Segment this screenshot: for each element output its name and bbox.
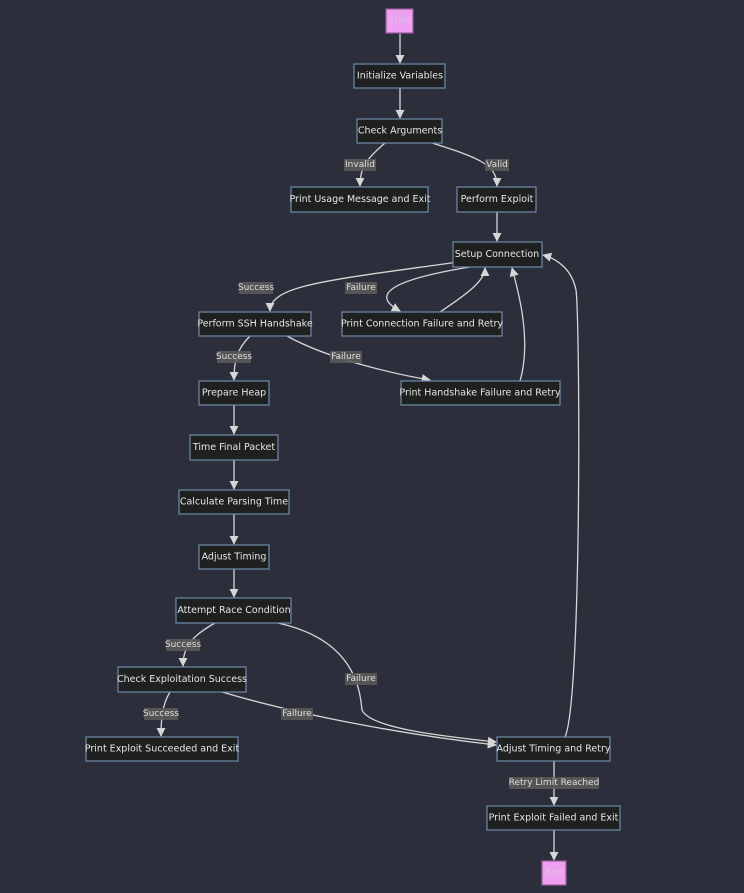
node-label: Attempt Race Condition	[177, 605, 290, 616]
edge-label-race-failure: Failure	[345, 673, 377, 685]
node-label: Check Exploitation Success	[117, 674, 247, 685]
node-label: Adjust Timing	[202, 552, 267, 563]
edge-setup-connfail	[386, 266, 471, 312]
node-label: Perform Exploit	[461, 194, 534, 205]
node-handshake-failure: Print Handshake Failure and Retry	[399, 380, 561, 406]
edge-label-text: Invalid	[345, 160, 375, 170]
node-start: Start	[385, 8, 414, 34]
node-calculate-parsing-time: Calculate Parsing Time	[178, 489, 290, 515]
edge-label-ssh-success: Success	[216, 351, 253, 363]
edge-label-text: Retry Limit Reached	[509, 778, 600, 788]
node-label: Calculate Parsing Time	[180, 497, 288, 508]
node-label: Prepare Heap	[202, 388, 266, 399]
node-time-final-packet: Time Final Packet	[189, 434, 279, 461]
edge-label-retry-limit: Retry Limit Reached	[509, 777, 600, 789]
node-adjust-timing-retry: Adjust Timing and Retry	[496, 736, 611, 762]
node-label: Print Connection Failure and Retry	[341, 319, 503, 330]
edge-label-text: Failure	[331, 352, 361, 362]
node-prepare-heap: Prepare Heap	[198, 380, 270, 406]
node-exploit-failed: Print Exploit Failed and Exit	[486, 805, 621, 831]
edge-label-text: Success	[165, 640, 202, 650]
edge-label-ssh-failure: Failure	[330, 351, 362, 363]
edge-label-invalid: Invalid	[344, 159, 376, 171]
node-label: End	[545, 868, 563, 879]
node-label: Print Exploit Succeeded and Exit	[85, 744, 240, 755]
edge-label-text: Success	[143, 709, 180, 719]
node-label: Setup Connection	[455, 249, 539, 260]
node-check-arguments: Check Arguments	[356, 118, 443, 144]
node-label: Perform SSH Handshake	[197, 319, 313, 330]
edge-label-text: Success	[238, 283, 275, 293]
node-label: Print Usage Message and Exit	[289, 194, 430, 205]
edge-label-check-failure: Failure	[281, 708, 313, 720]
node-label: Time Final Packet	[192, 442, 276, 453]
edge-label-text: Success	[216, 352, 253, 362]
edge-label-setup-success: Success	[238, 282, 275, 294]
nodes: Start Initialize Variables Check Argumen…	[85, 8, 621, 886]
node-setup-connection: Setup Connection	[452, 241, 543, 268]
node-label: Check Arguments	[358, 126, 442, 137]
node-initialize-variables: Initialize Variables	[353, 63, 446, 89]
edge-label-check-success: Success	[143, 708, 180, 720]
flowchart: Invalid Valid Success Failure Success Fa…	[85, 8, 621, 886]
edge-label-setup-failure: Failure	[345, 282, 377, 294]
node-end: End	[541, 860, 567, 886]
node-label: Print Handshake Failure and Retry	[399, 388, 561, 399]
edge-label-race-success: Success	[165, 639, 202, 651]
edge-hsfail-setup	[509, 267, 526, 382]
node-perform-exploit: Perform Exploit	[456, 186, 537, 213]
edge-race-adjretry	[277, 622, 497, 746]
edge-connfail-setup	[439, 267, 490, 313]
edge-label-text: Failure	[282, 709, 312, 719]
node-ssh-handshake: Perform SSH Handshake	[197, 311, 313, 337]
node-label: Print Exploit Failed and Exit	[489, 813, 619, 824]
node-label: Start	[388, 16, 411, 27]
node-attempt-race: Attempt Race Condition	[175, 597, 292, 624]
edge-label-text: Failure	[346, 283, 376, 293]
node-check-exploitation: Check Exploitation Success	[117, 666, 247, 693]
node-connection-failure: Print Connection Failure and Retry	[341, 311, 503, 337]
node-label: Adjust Timing and Retry	[497, 744, 611, 755]
edge-label-text: Failure	[346, 674, 376, 684]
edge-label-valid: Valid	[485, 159, 509, 171]
node-print-usage: Print Usage Message and Exit	[289, 186, 431, 213]
edge-adjretry-setup	[542, 252, 580, 738]
node-exploit-succeeded: Print Exploit Succeeded and Exit	[85, 736, 240, 762]
edge-label-text: Valid	[486, 160, 508, 170]
node-adjust-timing: Adjust Timing	[198, 544, 270, 570]
node-label: Initialize Variables	[357, 71, 443, 82]
